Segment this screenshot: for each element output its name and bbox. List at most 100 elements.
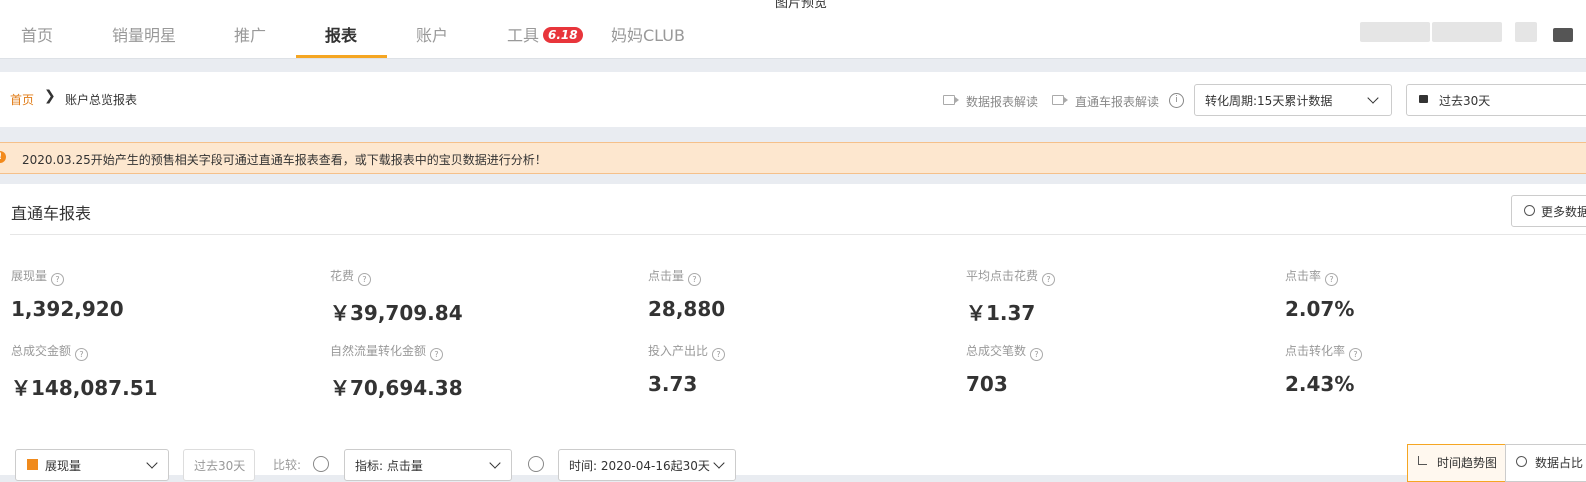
time-select-value: 时间: 2020-04-16起30天 [569,459,710,473]
metric-label: 展现量 [11,269,48,283]
metric-value: 2.43% [1285,372,1355,396]
report-title: 直通车报表 [11,204,92,223]
calendar-icon [1419,95,1428,103]
metric-total-gmv[interactable]: 总成交金额? ￥148,087.51 [11,342,311,401]
top-nav: 首页 销量明星 推广 报表 账户 工具 6.18 妈妈CLUB [0,14,1586,59]
chevron-down-icon [146,457,158,469]
metric-select-value: 展现量 [45,459,82,473]
chevron-down-icon [489,457,501,469]
metric-value: 3.73 [648,372,698,396]
tab-data-share-label: 数据占比 [1535,456,1584,470]
metric-value: 28,880 [648,297,726,321]
mail-icon[interactable] [1553,28,1573,42]
blurred-user-info [1432,22,1502,42]
gear-icon [1524,205,1535,216]
nav-item-tools-label: 工具 [507,26,540,45]
nav-item-home[interactable]: 首页 [21,22,53,46]
metric-select[interactable]: 展现量 [15,449,169,481]
notice-text: 2020.03.25开始产生的预售相关字段可通过直通车报表查看，或下载报表中的宝… [22,153,547,167]
report-panel: 直通车报表 更多数据 展现量? 1,392,920 花费? ￥39,709.84… [0,184,1586,482]
window-title: 图片预览 [775,0,828,11]
video-icon [943,95,959,105]
metric-label: 点击转化率 [1285,344,1346,358]
help-icon[interactable]: ? [1325,273,1339,286]
tab-time-trend-label: 时间趋势图 [1437,456,1498,470]
metric-label: 投入产出比 [648,344,709,358]
nav-item-promotion[interactable]: 推广 [234,22,266,46]
metric-organic-gmv[interactable]: 自然流量转化金额? ￥70,694.38 [330,342,630,401]
metric-avg-cpc[interactable]: 平均点击花费? ￥1.37 [966,267,1266,326]
metric-total-orders[interactable]: 总成交笔数? 703 [966,342,1266,396]
compare-label: 比较: [273,458,302,472]
data-report-guide-link[interactable]: 数据报表解读 [966,93,1038,110]
date-range-picker[interactable]: 过去30天 [1406,84,1586,116]
time-compare-radio[interactable] [528,456,544,472]
metric-roi[interactable]: 投入产出比? 3.73 [648,342,948,396]
conversion-period-value: 转化周期:15天累计数据 [1205,94,1333,108]
metric-value: ￥70,694.38 [330,376,463,400]
nav-item-mama-club[interactable]: 妈妈CLUB [611,22,685,46]
indicator-select[interactable]: 指标: 点击量 [344,449,512,481]
metric-value: ￥148,087.51 [11,376,158,400]
metric-label: 点击量 [648,269,685,283]
metric-label: 花费 [330,269,355,283]
help-icon[interactable]: ? [51,273,65,286]
active-tab-indicator [296,55,387,58]
date-range-value: 过去30天 [1439,94,1491,108]
window-title-bar: 图片预览 [0,0,1586,14]
more-data-button[interactable]: 更多数据 [1511,195,1586,227]
help-icon[interactable]: ? [712,348,726,361]
help-icon[interactable]: ? [688,273,702,286]
metric-clicks[interactable]: 点击量? 28,880 [648,267,948,321]
conversion-period-select[interactable]: 转化周期:15天累计数据 [1194,84,1392,116]
metric-click-conversion[interactable]: 点击转化率? 2.43% [1285,342,1585,396]
period-value: 过去30天 [194,459,246,473]
help-icon[interactable]: ? [1042,273,1056,286]
metric-label: 平均点击花费 [966,269,1039,283]
chevron-down-icon [713,457,725,469]
warning-icon: ! [0,151,6,163]
metric-ctr[interactable]: 点击率? 2.07% [1285,267,1585,321]
series-color-swatch [27,459,38,470]
metric-label: 点击率 [1285,269,1322,283]
metric-cost[interactable]: 花费? ￥39,709.84 [330,267,630,326]
divider [10,234,1586,235]
compare-radio[interactable] [313,456,329,472]
metric-value: 2.07% [1285,297,1355,321]
help-icon[interactable]: ? [430,348,444,361]
promo-badge: 6.18 [543,27,583,43]
notice-banner: ! 2020.03.25开始产生的预售相关字段可通过直通车报表查看，或下载报表中… [0,142,1586,174]
blurred-user-info [1360,22,1430,42]
ztc-report-guide-link[interactable]: 直通车报表解读 [1075,93,1159,110]
metric-value: 703 [966,372,1008,396]
metric-impressions[interactable]: 展现量? 1,392,920 [11,267,311,321]
blurred-avatar [1515,22,1537,42]
breadcrumb-bar: 首页 ❯ 账户总览报表 数据报表解读 直通车报表解读 i 转化周期:15天累计数… [0,72,1586,127]
breadcrumb-home[interactable]: 首页 [10,91,34,108]
metric-value: 1,392,920 [11,297,124,321]
help-icon[interactable]: ? [1349,348,1363,361]
help-icon[interactable]: ? [1030,348,1044,361]
indicator-select-value: 指标: 点击量 [355,459,423,473]
metric-label: 自然流量转化金额 [330,344,427,358]
breadcrumb-current: 账户总览报表 [65,93,138,107]
nav-item-account[interactable]: 账户 [416,22,448,46]
metric-label: 总成交笔数 [966,344,1027,358]
nav-item-sales-star[interactable]: 销量明星 [112,22,176,46]
help-icon[interactable]: ? [358,273,372,286]
info-icon[interactable]: i [1169,93,1184,108]
help-icon[interactable]: ? [75,348,89,361]
metric-value: ￥39,709.84 [330,301,463,325]
metric-label: 总成交金额 [11,344,72,358]
time-select[interactable]: 时间: 2020-04-16起30天 [558,449,736,481]
line-chart-icon [1418,456,1427,465]
nav-item-reports[interactable]: 报表 [325,22,357,46]
metric-value: ￥1.37 [966,301,1036,325]
nav-item-tools[interactable]: 工具 6.18 [507,22,583,46]
pie-chart-icon [1516,456,1527,467]
tab-data-share[interactable]: 数据占比 [1505,444,1586,482]
tab-time-trend[interactable]: 时间趋势图 [1407,444,1506,482]
period-box: 过去30天 [183,449,255,481]
breadcrumb-separator-icon: ❯ [44,88,56,104]
video-icon [1052,95,1068,105]
